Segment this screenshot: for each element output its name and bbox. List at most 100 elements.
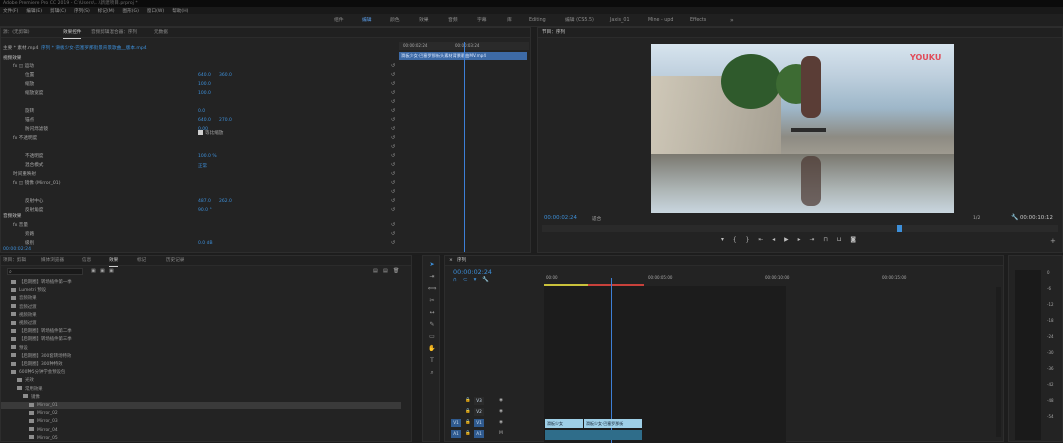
effect-row[interactable]: 反射角度 bbox=[25, 207, 43, 214]
reset-icon[interactable]: ↺ bbox=[391, 91, 395, 96]
reset-icon[interactable]: ↺ bbox=[391, 154, 395, 159]
tab-markers[interactable]: 标记 bbox=[137, 256, 146, 266]
effects-tree-item[interactable]: 视频过渡 bbox=[11, 320, 37, 327]
yuv-filter-icon[interactable]: ▣ bbox=[109, 268, 114, 274]
effects-tree-item[interactable]: 视频效果 bbox=[11, 312, 37, 319]
tab-audio-mixer[interactable]: 音频剪辑混合器：序列 bbox=[91, 28, 137, 38]
reset-icon[interactable]: ↺ bbox=[391, 118, 395, 123]
audio-effect-row[interactable]: 级别 bbox=[25, 240, 34, 247]
tab-effects[interactable]: 效果 bbox=[109, 256, 119, 267]
effect-row[interactable]: 锚点 bbox=[25, 117, 34, 124]
effect-value-1[interactable]: 0.0 bbox=[198, 109, 205, 114]
step-back-icon[interactable]: ◂ bbox=[772, 237, 775, 243]
workspace-jaxis[interactable]: Jaxis_01 bbox=[610, 14, 630, 27]
effects-tree-item[interactable]: 【后期圈】转场插件第二季 bbox=[11, 328, 72, 335]
add-marker-icon[interactable]: ▾ bbox=[474, 277, 477, 283]
track-lock-icon[interactable]: 🔒 bbox=[465, 398, 471, 403]
menu-graphics[interactable]: 图形(G) bbox=[123, 8, 139, 14]
mark-in-icon[interactable]: { bbox=[733, 237, 737, 243]
effects-search-input[interactable]: ⌕ bbox=[7, 268, 83, 275]
lift-icon[interactable]: ⊓ bbox=[823, 237, 828, 243]
reset-icon[interactable]: ↺ bbox=[391, 136, 395, 141]
workspace-editing-en[interactable]: Editing bbox=[529, 14, 546, 27]
source-patch[interactable]: A1 bbox=[451, 430, 461, 438]
go-to-in-icon[interactable]: ⇤ bbox=[758, 237, 763, 243]
reset-icon[interactable]: ↺ bbox=[391, 100, 395, 105]
reset-icon[interactable]: ↺ bbox=[391, 64, 395, 69]
timeline-ruler[interactable]: 00:00 00:00:05:00 00:00:10:00 00:00:15:0… bbox=[544, 268, 1002, 286]
reset-icon[interactable]: ↺ bbox=[391, 223, 395, 228]
go-to-out-icon[interactable]: ⇥ bbox=[810, 237, 815, 243]
new-preset-icon[interactable]: ▤ bbox=[383, 268, 388, 274]
effect-row[interactable]: 混合模式 bbox=[25, 162, 43, 169]
clip-v1-a[interactable]: 滑板少女 bbox=[545, 419, 583, 428]
audio-effect-value[interactable]: 0.0 dB bbox=[198, 241, 213, 246]
track-name[interactable]: V1 bbox=[474, 419, 484, 427]
32bit-filter-icon[interactable]: ▣ bbox=[100, 268, 105, 274]
slip-icon[interactable]: ↔ bbox=[427, 308, 437, 318]
ec-clip-bar[interactable]: 滑板少女·巴塞罗那街头素材背景歌曲MV.mp4 bbox=[399, 52, 527, 60]
reset-icon[interactable]: ↺ bbox=[391, 73, 395, 78]
program-scrubber[interactable] bbox=[542, 225, 1058, 232]
reset-icon[interactable]: ↺ bbox=[391, 241, 395, 246]
effect-row[interactable]: 缩放宽度 bbox=[25, 90, 43, 97]
effect-row[interactable]: 缩放 bbox=[25, 81, 34, 88]
selection-tool-icon[interactable]: ➤ bbox=[427, 260, 437, 270]
tab-media-browser[interactable]: 媒体浏览器 bbox=[41, 256, 64, 266]
effect-value-2[interactable]: 262.0 bbox=[219, 199, 232, 204]
ec-current-time[interactable]: 00:00:02:24 bbox=[3, 246, 31, 253]
new-bin-icon[interactable]: ▤ bbox=[373, 268, 378, 274]
track-lock-icon[interactable]: 🔒 bbox=[465, 409, 471, 414]
play-icon[interactable]: ▶ bbox=[784, 237, 788, 243]
video-frame[interactable]: YOUKU bbox=[651, 44, 954, 213]
effect-row[interactable]: 时间重映射 bbox=[13, 171, 36, 178]
tab-effect-controls[interactable]: 效果控件 bbox=[63, 28, 82, 39]
snap-icon[interactable]: ∩ bbox=[453, 277, 457, 283]
reset-icon[interactable]: ↺ bbox=[391, 172, 395, 177]
track-select-icon[interactable]: ⇥ bbox=[427, 272, 437, 282]
workspace-cs55[interactable]: 编辑 (CS5.5) bbox=[565, 14, 594, 27]
effect-row[interactable]: 防闪烁滤镜 bbox=[25, 126, 48, 133]
menu-marker[interactable]: 标记(M) bbox=[98, 8, 115, 14]
effect-row[interactable]: fx ◫ 运动 bbox=[13, 63, 34, 70]
accelerated-filter-icon[interactable]: ▣ bbox=[91, 268, 96, 274]
rectangle-tool-icon[interactable]: ▭ bbox=[427, 332, 437, 342]
effect-row[interactable]: 旋转 bbox=[25, 108, 34, 115]
extract-icon[interactable]: ⊔ bbox=[837, 237, 842, 243]
tab-source[interactable]: 源：(无剪辑) bbox=[3, 28, 30, 38]
effects-tree-item[interactable]: Lumetri 预设 bbox=[11, 287, 46, 294]
effect-value-1[interactable]: 100.0 bbox=[198, 91, 211, 96]
wrench-icon[interactable]: 🔧 bbox=[1011, 214, 1018, 221]
effect-row[interactable]: 位置 bbox=[25, 72, 34, 79]
audio-effect-row[interactable]: fx 音量 bbox=[13, 222, 28, 229]
clip-a1-audio[interactable] bbox=[545, 430, 642, 440]
effect-value-1[interactable]: 0.00 bbox=[198, 127, 208, 132]
program-title[interactable]: 节目：序列 bbox=[542, 28, 565, 38]
effects-tree-item[interactable]: Mirror_05 bbox=[29, 435, 58, 442]
effect-value-1[interactable]: 640.0 bbox=[198, 118, 211, 123]
eye-icon[interactable]: ◉ bbox=[499, 409, 503, 414]
effects-tree-item[interactable]: 【后期圈】300种特效 bbox=[11, 361, 63, 368]
effect-value-2[interactable]: 270.0 bbox=[219, 118, 232, 123]
effects-tree-item[interactable]: Mirror_03 bbox=[29, 418, 58, 425]
program-timecode[interactable]: 00:00:02:24 bbox=[544, 215, 577, 221]
workspace-effects-en[interactable]: Effects bbox=[690, 14, 706, 27]
reset-icon[interactable]: ↺ bbox=[391, 199, 395, 204]
sequence-tab-close-icon[interactable]: × bbox=[449, 256, 453, 266]
eye-icon[interactable]: ◉ bbox=[499, 420, 503, 425]
effect-value-1[interactable]: 正常 bbox=[198, 163, 207, 169]
sequence-tab[interactable]: 序列 bbox=[457, 256, 466, 266]
hand-icon[interactable]: ✋ bbox=[427, 344, 437, 354]
track-lock-icon[interactable]: 🔒 bbox=[465, 431, 471, 436]
vertical-scrollbar[interactable] bbox=[996, 287, 1001, 437]
audio-effect-row[interactable]: 旁路 bbox=[25, 231, 34, 238]
menu-window[interactable]: 窗口(W) bbox=[147, 8, 164, 14]
effect-value-2[interactable]: 360.0 bbox=[219, 73, 232, 78]
workspace-editing[interactable]: 编辑 bbox=[362, 14, 372, 28]
effects-tree-item[interactable]: 【后期圈】300套转场特效 bbox=[11, 353, 71, 360]
workspace-assembly[interactable]: 组件 bbox=[334, 14, 344, 27]
effect-value-1[interactable]: 640.0 bbox=[198, 73, 211, 78]
mark-out-icon[interactable]: } bbox=[746, 237, 750, 243]
add-button-icon[interactable]: + bbox=[1050, 237, 1056, 245]
pen-icon[interactable]: ✎ bbox=[427, 320, 437, 330]
